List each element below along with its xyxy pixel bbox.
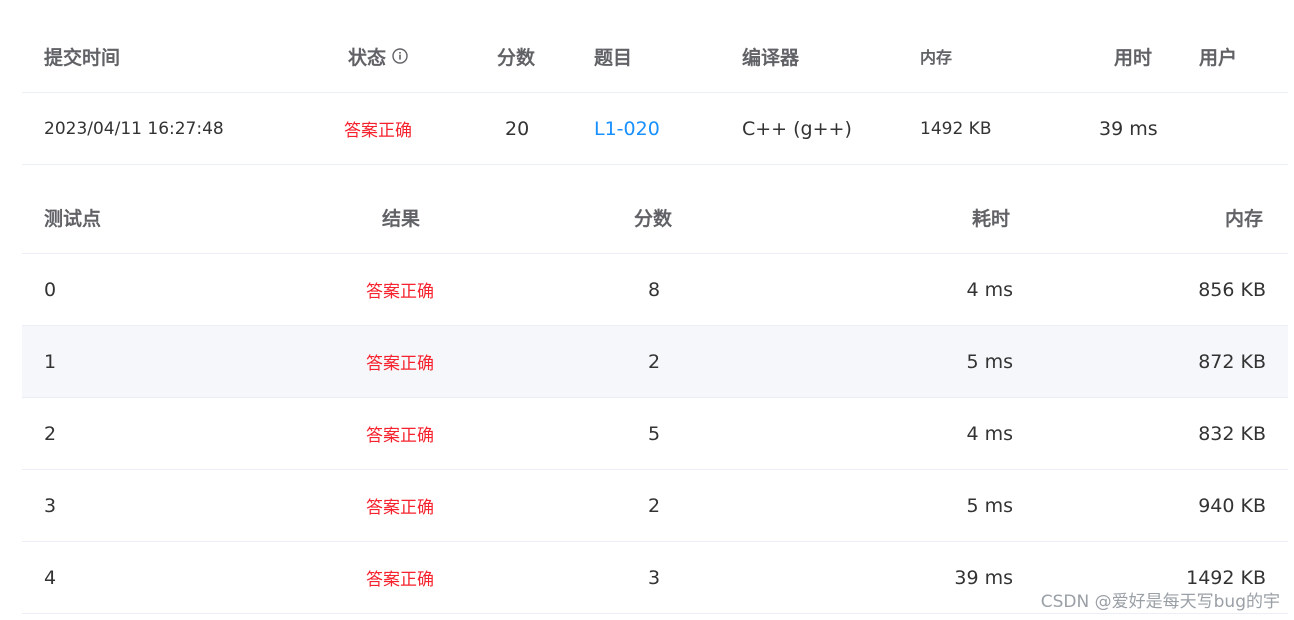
watermark: CSDN @爱好是每天写bug的宇 [1040, 592, 1280, 612]
score-value: 20 [505, 117, 530, 140]
case-result: 答案正确 [366, 570, 434, 590]
header-result: 结果 [382, 208, 421, 230]
memory-value: 1492 KB [920, 118, 992, 139]
header-status: 状态 [348, 20, 408, 92]
case-time: 5 ms [966, 350, 1013, 373]
case-id: 2 [44, 422, 57, 445]
header-problem: 题目 [594, 46, 633, 69]
case-time: 4 ms [966, 422, 1013, 445]
status-badge: 答案正确 [344, 121, 412, 141]
case-id: 1 [44, 350, 57, 373]
submission-table: 提交时间 状态 分数 题目 编译器 内存 用时 用户 2023/04/11 16… [22, 20, 1288, 165]
header-submit-time: 提交时间 [44, 46, 121, 69]
header-score: 分数 [497, 46, 536, 69]
info-icon[interactable] [392, 48, 408, 64]
problem-link[interactable]: L1-020 [594, 93, 660, 164]
case-memory: 940 KB [1198, 494, 1266, 517]
table-row: 1 答案正确 2 5 ms 872 KB [22, 326, 1288, 398]
header-status-label: 状态 [348, 46, 387, 69]
case-result: 答案正确 [366, 498, 434, 518]
table-row: 2 答案正确 5 4 ms 832 KB [22, 398, 1288, 470]
table-row: 0 答案正确 8 4 ms 856 KB [22, 254, 1288, 326]
case-score: 5 [648, 422, 661, 445]
header-memory: 内存 [920, 48, 953, 67]
time-value: 39 ms [1099, 117, 1158, 140]
header-case-memory: 内存 [1225, 208, 1264, 230]
case-id: 3 [44, 494, 57, 517]
case-score: 8 [648, 278, 661, 301]
case-time: 5 ms [966, 494, 1013, 517]
case-id: 0 [44, 278, 57, 301]
header-case-score: 分数 [634, 208, 673, 230]
case-score: 2 [648, 494, 661, 517]
case-time: 4 ms [966, 278, 1013, 301]
table-row: 3 答案正确 2 5 ms 940 KB [22, 470, 1288, 542]
case-id: 4 [44, 566, 57, 589]
case-result: 答案正确 [366, 282, 434, 302]
case-memory: 856 KB [1198, 278, 1266, 301]
testcase-header-row: 测试点 结果 分数 耗时 内存 [22, 182, 1288, 254]
case-time: 39 ms [954, 566, 1013, 589]
compiler-value: C++ (g++) [742, 117, 852, 140]
case-memory: 832 KB [1198, 422, 1266, 445]
testcase-table: 测试点 结果 分数 耗时 内存 0 答案正确 8 4 ms 856 KB 1 答… [22, 182, 1288, 614]
header-case-time: 耗时 [972, 208, 1011, 230]
submit-time: 2023/04/11 16:27:48 [44, 118, 224, 139]
header-user: 用户 [1199, 46, 1238, 69]
submission-header-row: 提交时间 状态 分数 题目 编译器 内存 用时 用户 [22, 20, 1288, 93]
submission-row: 2023/04/11 16:27:48 答案正确 20 L1-020 C++ (… [22, 93, 1288, 165]
case-result: 答案正确 [366, 426, 434, 446]
case-memory: 872 KB [1198, 350, 1266, 373]
header-case: 测试点 [44, 208, 102, 230]
header-time: 用时 [1114, 46, 1153, 69]
case-score: 2 [648, 350, 661, 373]
case-score: 3 [648, 566, 661, 589]
header-compiler: 编译器 [742, 46, 800, 69]
case-result: 答案正确 [366, 354, 434, 374]
